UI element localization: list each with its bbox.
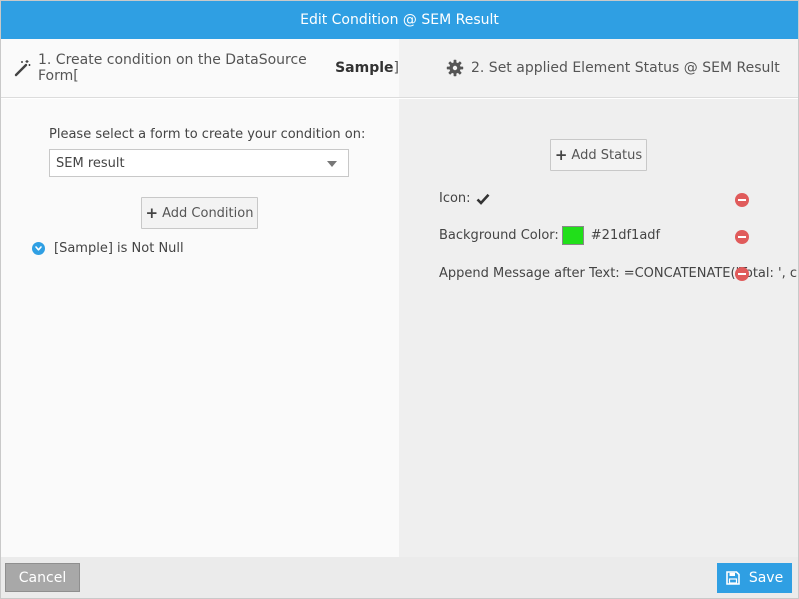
status-append-label: Append Message after Text: [439,266,620,281]
status-item-background-color: Background Color: #21df1adf [439,226,660,245]
gear-icon [446,59,464,77]
remove-status-append-button[interactable] [735,267,749,281]
save-label: Save [748,570,784,586]
add-condition-label: Add Condition [162,205,254,221]
add-status-button[interactable]: + Add Status [550,139,647,171]
magic-wand-icon [13,59,31,77]
status-bgcolor-label: Background Color: [439,228,559,243]
floppy-disk-icon [726,571,740,585]
condition-item[interactable]: [Sample] is Not Null [32,241,184,256]
status-pane: + Add Status Icon: Background Color: #21… [399,99,798,557]
form-select-label: Please select a form to create your cond… [49,127,366,142]
status-bgcolor-value: #21df1adf [590,228,661,243]
plus-icon: + [145,203,159,222]
save-button[interactable]: Save [717,563,792,593]
dialog-footer: Cancel Save [1,557,798,598]
remove-status-bgcolor-button[interactable] [735,230,749,244]
status-append-value: =CONCATENATE('Total: ', c [623,266,797,281]
status-item-icon: Icon: [439,191,490,206]
left-header-prefix: 1. Create condition on the DataSource Fo… [38,52,307,84]
plus-icon: + [554,145,568,164]
status-icon-label: Icon: [439,191,471,206]
add-status-label: Add Status [571,147,643,163]
right-panel-header: 2. Set applied Element Status @ SEM Resu… [399,39,798,98]
left-panel-header: 1. Create condition on the DataSource Fo… [1,39,399,98]
edit-condition-dialog: Edit Condition @ SEM Result 1. Create co… [0,0,799,599]
form-select-value: SEM result [56,155,125,171]
add-condition-button[interactable]: + Add Condition [141,197,258,229]
cancel-button[interactable]: Cancel [5,563,80,592]
check-icon [476,193,490,205]
left-header-form-name: Sample [335,60,394,76]
form-select[interactable]: SEM result [49,149,349,177]
remove-status-icon-button[interactable] [735,193,749,207]
condition-text: [Sample] is Not Null [54,241,184,256]
color-swatch[interactable] [561,226,584,245]
right-header-text: 2. Set applied Element Status @ SEM Resu… [471,60,780,76]
chevron-down-icon[interactable] [32,242,45,255]
dialog-title: Edit Condition @ SEM Result [1,1,798,39]
caret-down-icon [327,161,337,167]
condition-pane: Please select a form to create your cond… [1,99,399,557]
